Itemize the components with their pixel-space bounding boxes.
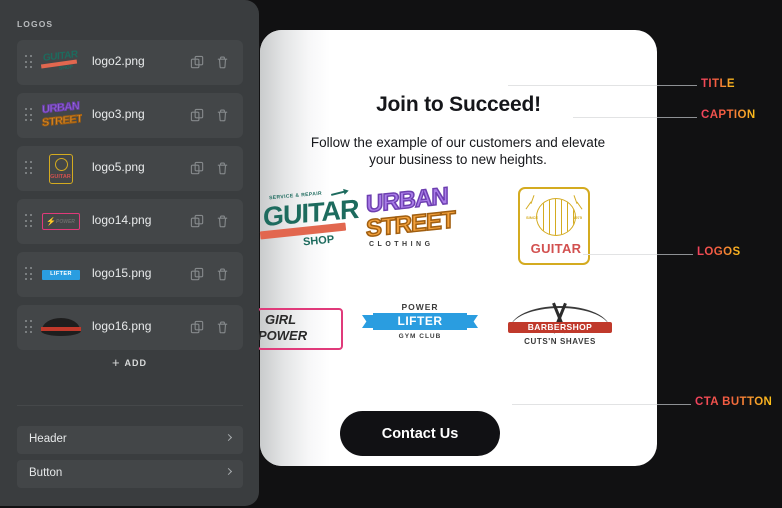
- trash-icon[interactable]: [215, 161, 230, 176]
- add-logo-button[interactable]: + ADD: [0, 355, 259, 370]
- logo-showcase-grid: SERVICE & REPAIR GUITAR SHOP URBAN STREE…: [257, 182, 657, 385]
- logo-file-list: GUITAR SHOP logo2.png URBAN STREET logo3.p…: [17, 40, 243, 358]
- list-item[interactable]: GUITAR logo5.png: [17, 146, 243, 191]
- list-item[interactable]: URBAN STREET logo3.png: [17, 93, 243, 138]
- page-caption: Follow the example of our customers and …: [310, 135, 606, 167]
- copy-icon[interactable]: [190, 267, 205, 282]
- logo-thumbnail: LIFTER: [40, 258, 82, 291]
- annotation-line-cta-oncard: [512, 404, 657, 405]
- showcase-logo-power-lifter: POWER LIFTER GYM CLUB: [360, 300, 480, 360]
- drag-handle-icon[interactable]: [25, 108, 32, 123]
- showcase-logo-girl-power: GIRL POWER: [255, 300, 375, 360]
- drag-handle-icon[interactable]: [25, 161, 32, 176]
- chevron-right-icon: [224, 433, 233, 442]
- sidebar-section-header: LOGOS: [17, 19, 54, 29]
- annotation-line-cta: [657, 404, 691, 405]
- sidebar-divider: [17, 405, 243, 406]
- chevron-right-icon: [224, 467, 233, 476]
- drag-handle-icon[interactable]: [25, 267, 32, 282]
- guitar-badge-frame: SINCE 1975 GUITAR: [518, 187, 590, 265]
- contact-us-button[interactable]: Contact Us: [340, 411, 500, 456]
- power-lifter-mid: LIFTER: [397, 314, 443, 328]
- sidebar-item-button[interactable]: Button: [17, 460, 243, 488]
- copy-icon[interactable]: [190, 161, 205, 176]
- logo-thumbnail: URBAN STREET: [42, 99, 83, 129]
- list-item-label: logo14.png: [92, 213, 152, 227]
- drag-handle-icon[interactable]: [25, 214, 32, 229]
- annotation-label-title: TITLE: [701, 78, 735, 90]
- showcase-logo-guitar-badge: SINCE 1975 GUITAR: [500, 185, 620, 270]
- app-root: Join to Succeed! Follow the example of o…: [0, 0, 782, 508]
- list-item[interactable]: GUITAR SHOP logo2.png: [17, 40, 243, 85]
- logo-thumbnail: [40, 311, 82, 344]
- barbershop-wordmark: BARBERSHOP: [527, 322, 593, 332]
- power-lifter-top: POWER: [401, 302, 439, 312]
- annotation-label-caption: CAPTION: [701, 109, 756, 121]
- power-lifter-ribbon: LIFTER: [373, 313, 467, 330]
- copy-icon[interactable]: [190, 320, 205, 335]
- sidebar-item-label: Button: [29, 467, 63, 479]
- power-lifter-bottom: GYM CLUB: [398, 333, 442, 340]
- annotation-line-title: [657, 85, 697, 86]
- copy-icon[interactable]: [190, 214, 205, 229]
- drag-handle-icon[interactable]: [25, 55, 32, 70]
- annotation-line-logos: [657, 254, 693, 255]
- guitar-soundhole-icon: [536, 198, 576, 236]
- urban-street-line3: CLOTHING: [369, 241, 434, 248]
- list-item-label: logo5.png: [92, 160, 145, 174]
- copy-icon[interactable]: [190, 55, 205, 70]
- girl-power-line2: POWER: [258, 328, 308, 343]
- copy-icon[interactable]: [190, 108, 205, 123]
- add-logo-label: ADD: [124, 358, 148, 368]
- logo-thumbnail: GUITAR: [40, 152, 82, 185]
- annotation-line-caption-oncard: [573, 117, 657, 118]
- list-item[interactable]: ⚡ POWER logo14.png: [17, 199, 243, 244]
- guitar-badge-wordmark: GUITAR: [530, 241, 582, 256]
- list-item-label: logo3.png: [92, 107, 145, 121]
- list-item-label: logo2.png: [92, 54, 145, 68]
- girl-power-line1: GIRL: [265, 312, 297, 327]
- list-item-label: logo16.png: [92, 319, 152, 333]
- sidebar-item-header[interactable]: Header: [17, 426, 243, 454]
- trash-icon[interactable]: [215, 214, 230, 229]
- drag-handle-icon[interactable]: [25, 320, 32, 335]
- landing-preview-card: Join to Succeed! Follow the example of o…: [257, 30, 657, 466]
- barbershop-sub: CUTS'N SHAVES: [524, 337, 596, 346]
- annotation-line-caption: [657, 117, 697, 118]
- showcase-logo-barbershop: BARBERSHOP CUTS'N SHAVES: [500, 300, 620, 360]
- trash-icon[interactable]: [215, 55, 230, 70]
- list-item-label: logo15.png: [92, 266, 152, 280]
- trash-icon[interactable]: [215, 108, 230, 123]
- trash-icon[interactable]: [215, 267, 230, 282]
- annotation-label-logos: LOGOS: [697, 246, 741, 258]
- layers-sidebar: LOGOS GUITAR SHOP logo2.png URBAN STREET l…: [0, 0, 259, 506]
- trash-icon[interactable]: [215, 320, 230, 335]
- page-title: Join to Succeed!: [376, 93, 541, 116]
- sidebar-item-label: Header: [29, 433, 67, 445]
- guitar-shop-sub: SHOP: [302, 233, 335, 249]
- showcase-logo-guitar-shop: SERVICE & REPAIR GUITAR SHOP: [255, 185, 375, 270]
- guitar-badge-since: SINCE: [526, 215, 539, 220]
- list-item[interactable]: LIFTER logo15.png: [17, 252, 243, 297]
- logo-thumbnail: GUITAR SHOP: [40, 46, 82, 79]
- annotation-line-logos-oncard: [583, 254, 657, 255]
- plus-icon: +: [111, 355, 121, 370]
- guitar-badge-year: 1975: [573, 215, 582, 220]
- annotation-line-title-oncard: [508, 85, 657, 86]
- logo-thumbnail: ⚡ POWER: [40, 205, 82, 238]
- showcase-logo-urban-street: URBAN STREET CLOTHING: [360, 182, 480, 270]
- annotation-label-cta-button: CTA BUTTON: [695, 396, 773, 408]
- list-item[interactable]: logo16.png: [17, 305, 243, 350]
- barbershop-banner: BARBERSHOP: [508, 322, 612, 333]
